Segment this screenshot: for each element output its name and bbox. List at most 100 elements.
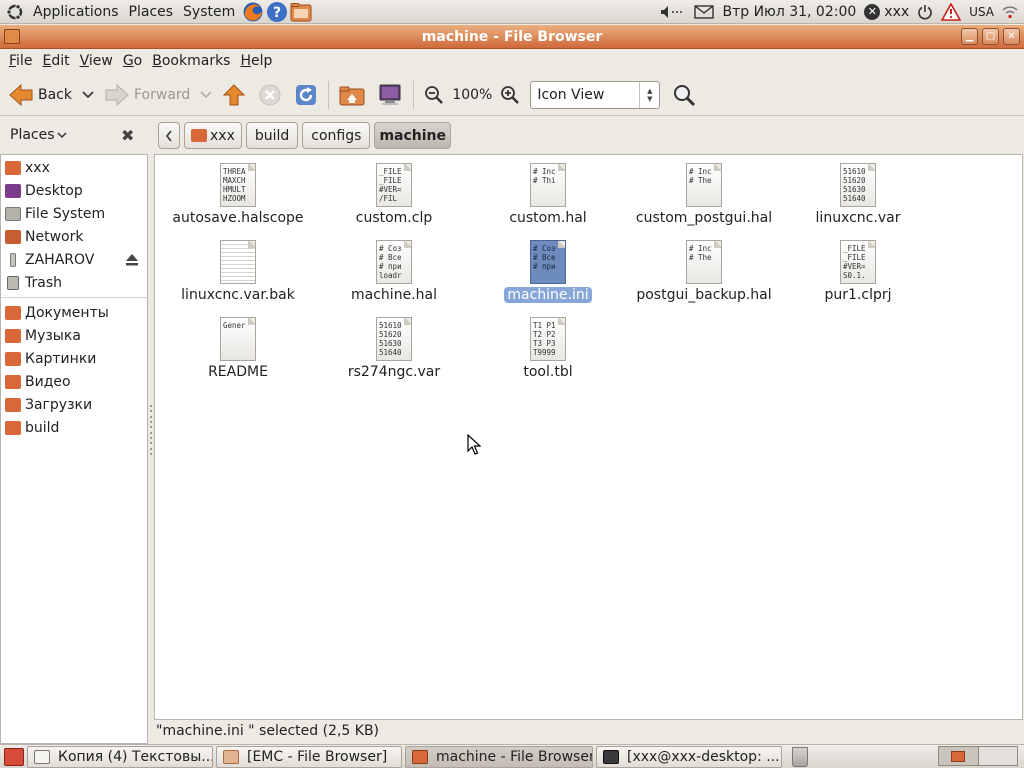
- file-manager-launcher-icon[interactable]: [290, 1, 312, 23]
- sidebar-type-label: Places: [10, 127, 55, 143]
- eject-icon[interactable]: [124, 253, 140, 267]
- taskbar-item-terminal[interactable]: [xxx@xxx-desktop: ...: [596, 745, 782, 768]
- sidebar-item-documents[interactable]: Документы: [1, 301, 147, 324]
- sidebar-item-pictures[interactable]: Картинки: [1, 347, 147, 370]
- toolbar-separator: [328, 80, 330, 109]
- up-arrow-icon: [223, 83, 246, 105]
- file-item[interactable]: _FILE _FILE #VER= S0.1. pur1.clprj: [783, 232, 933, 306]
- sidebar-item-label: Загрузки: [25, 396, 93, 413]
- computer-button[interactable]: [371, 78, 409, 112]
- taskbar-item-emc-browser[interactable]: [EMC - File Browser]: [216, 745, 402, 768]
- sidebar-item-music[interactable]: Музыка: [1, 324, 147, 347]
- path-crumb-home[interactable]: xxx: [184, 122, 242, 149]
- path-scroll-left-button[interactable]: [158, 122, 180, 149]
- workspace-switcher[interactable]: [938, 746, 1018, 766]
- sidebar-type-select[interactable]: Places: [10, 127, 67, 143]
- stop-button[interactable]: [252, 78, 288, 112]
- forward-history-button[interactable]: [196, 78, 216, 112]
- sidebar-item-home[interactable]: xxx: [1, 156, 147, 179]
- places-menu[interactable]: Places: [124, 0, 179, 24]
- back-arrow-icon: [9, 83, 33, 106]
- taskbar-item-machine-browser[interactable]: machine - File Browser: [405, 745, 593, 768]
- path-crumb-configs[interactable]: configs: [302, 122, 371, 149]
- user-status-icon: ✕: [864, 4, 881, 20]
- sidebar-item-file-system[interactable]: File System: [1, 202, 147, 225]
- file-item[interactable]: 51610 51620 51630 51640 linuxcnc.var: [783, 155, 933, 229]
- window-titlebar[interactable]: machine - File Browser ▁ ▢ ✕: [0, 25, 1024, 49]
- system-menu[interactable]: System: [178, 0, 240, 24]
- menu-go[interactable]: Go: [118, 53, 147, 69]
- sidebar-item-downloads[interactable]: Загрузки: [1, 393, 147, 416]
- chevron-down-icon: [82, 90, 94, 98]
- forward-button[interactable]: Forward: [98, 78, 196, 112]
- up-button[interactable]: [216, 78, 252, 112]
- ubuntu-logo-icon[interactable]: [6, 3, 24, 21]
- volume-icon[interactable]: [656, 0, 690, 24]
- toolbar-separator: [413, 80, 415, 109]
- menu-file-mnemonic: F: [9, 53, 17, 69]
- trash-applet-icon[interactable]: [792, 746, 808, 767]
- back-history-button[interactable]: [78, 78, 98, 112]
- file-item[interactable]: THREA MAXCH HMULT HZOOM autosave.halscop…: [163, 155, 313, 229]
- sidebar-item-videos[interactable]: Видео: [1, 370, 147, 393]
- folder-icon: [5, 305, 21, 320]
- home-button[interactable]: [333, 78, 371, 112]
- wifi-icon[interactable]: [998, 0, 1024, 24]
- path-crumb-build[interactable]: build: [245, 122, 299, 149]
- forward-arrow-icon: [105, 83, 129, 106]
- menu-bookmarks[interactable]: Bookmarks: [147, 53, 235, 69]
- workspace-1[interactable]: [938, 746, 979, 766]
- clock[interactable]: Втр Июл 31, 02:00: [718, 0, 860, 24]
- folder-icon: [5, 328, 21, 343]
- file-icon-view[interactable]: THREA MAXCH HMULT HZOOM autosave.halscop…: [154, 154, 1023, 720]
- user-menu[interactable]: ✕ xxx: [860, 0, 913, 24]
- places-sidebar: xxx Desktop File System Network ZAHAROV …: [0, 154, 148, 744]
- menu-edit-label: dit: [51, 53, 70, 69]
- file-item[interactable]: # Inc # The custom_postgui.hal: [629, 155, 779, 229]
- file-item[interactable]: # Соз # Все # при loadr machine.hal: [319, 232, 469, 306]
- firefox-icon[interactable]: [242, 1, 264, 23]
- help-icon[interactable]: ?: [266, 1, 288, 23]
- file-item[interactable]: # Inc # Thi custom.hal: [473, 155, 623, 229]
- file-item-selected[interactable]: # Соз # Все # при machine.ini: [473, 232, 623, 306]
- sidebar-item-desktop[interactable]: Desktop: [1, 179, 147, 202]
- file-name: machine.ini: [504, 287, 592, 303]
- back-button[interactable]: Back: [2, 78, 78, 112]
- power-icon[interactable]: [913, 0, 937, 24]
- file-item[interactable]: 51610 51620 51630 51640 rs274ngc.var: [319, 309, 469, 383]
- file-item[interactable]: T1 P1 T2 P2 T3 P3 T9999 tool.tbl: [473, 309, 623, 383]
- reload-button[interactable]: [288, 78, 324, 112]
- file-item[interactable]: _FILE _FILE #VER= /FIL custom.clp: [319, 155, 469, 229]
- file-item[interactable]: Gener README: [163, 309, 313, 383]
- file-item[interactable]: linuxcnc.var.bak: [163, 232, 313, 306]
- zoom-out-button[interactable]: [418, 78, 450, 112]
- sidebar-item-label: Документы: [25, 304, 109, 321]
- sidebar-item-label: Desktop: [25, 182, 83, 199]
- maximize-button[interactable]: ▢: [982, 28, 999, 45]
- menu-help[interactable]: Help: [235, 53, 277, 69]
- folder-icon: [951, 750, 966, 762]
- close-button[interactable]: ✕: [1003, 28, 1020, 45]
- taskbar-item-text-editor[interactable]: Копия (4) Текстовы...: [27, 745, 213, 768]
- sidebar-item-trash[interactable]: Trash: [1, 271, 147, 294]
- menu-view[interactable]: View: [75, 53, 118, 69]
- workspace-2[interactable]: [978, 746, 1018, 766]
- applications-menu[interactable]: Applications: [28, 0, 124, 24]
- close-sidebar-icon[interactable]: ✖: [121, 126, 134, 145]
- search-button[interactable]: [666, 78, 702, 112]
- menu-file[interactable]: File: [4, 53, 37, 69]
- show-desktop-icon[interactable]: [4, 747, 24, 766]
- warning-icon[interactable]: [937, 0, 965, 24]
- keyboard-layout-indicator[interactable]: USA: [965, 0, 998, 24]
- mail-icon[interactable]: [690, 0, 718, 24]
- sidebar-item-build[interactable]: build: [1, 416, 147, 439]
- view-mode-select[interactable]: Icon View ▲ ▼: [530, 80, 661, 109]
- zoom-level[interactable]: 100%: [450, 78, 494, 112]
- minimize-button[interactable]: ▁: [961, 28, 978, 45]
- sidebar-item-network[interactable]: Network: [1, 225, 147, 248]
- file-item[interactable]: # Inc # The postgui_backup.hal: [629, 232, 779, 306]
- sidebar-item-zaharov[interactable]: ZAHAROV: [1, 248, 147, 271]
- menu-edit[interactable]: Edit: [37, 53, 74, 69]
- zoom-in-button[interactable]: [494, 78, 526, 112]
- path-crumb-machine[interactable]: machine: [374, 122, 451, 149]
